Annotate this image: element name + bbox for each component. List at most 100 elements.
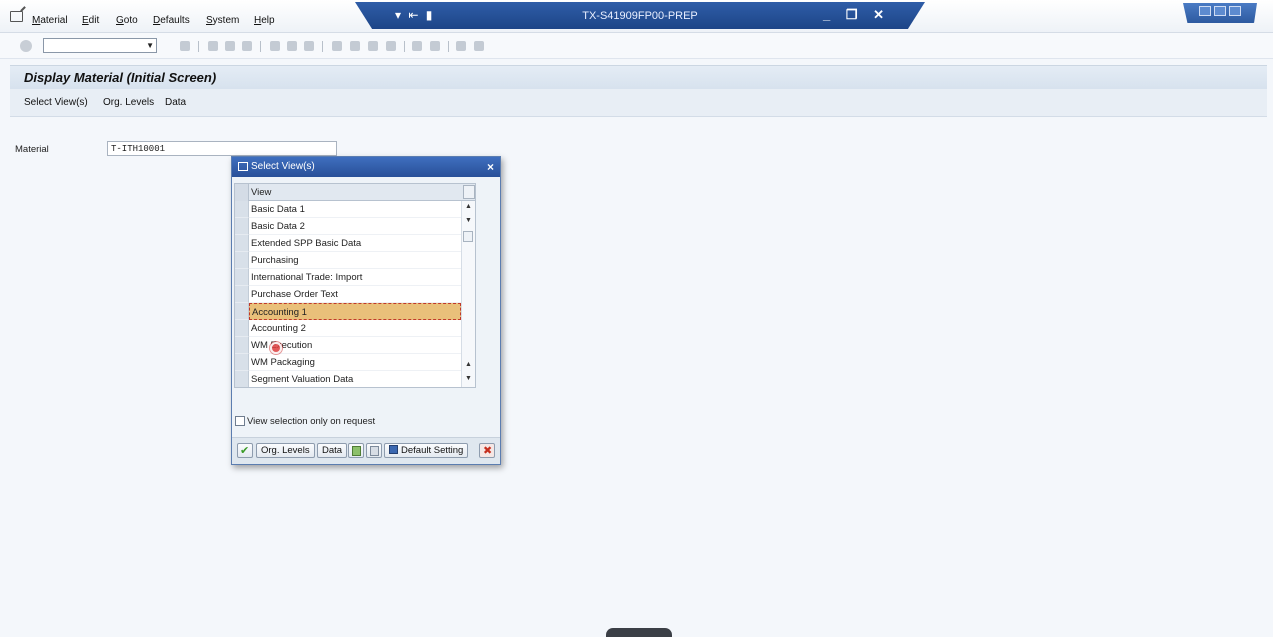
row-selector[interactable] xyxy=(235,286,249,303)
menu-help[interactable]: Help xyxy=(254,15,275,26)
views-table: View Basic Data 1 Basic Data 2 Extended … xyxy=(234,183,476,388)
row-selector[interactable] xyxy=(235,320,249,337)
table-row[interactable]: Basic Data 1 xyxy=(235,201,461,218)
first-page-icon[interactable] xyxy=(332,41,342,51)
layout-menu-icon[interactable] xyxy=(474,41,484,51)
dialog-icon xyxy=(238,162,248,171)
row-selector[interactable] xyxy=(235,235,249,252)
scroll-up-icon[interactable]: ▲ xyxy=(465,361,472,368)
org-levels-button[interactable]: Org. Levels xyxy=(103,97,154,108)
main-content xyxy=(10,117,1267,637)
row-selector[interactable] xyxy=(235,269,249,286)
table-row-selected[interactable]: Accounting 1 xyxy=(235,303,461,320)
menu-mnemonic: G xyxy=(116,15,124,26)
table-row[interactable]: WM Packaging xyxy=(235,354,461,371)
row-selector[interactable] xyxy=(235,201,249,218)
row-label: Purchase Order Text xyxy=(249,286,461,303)
table-row[interactable]: Accounting 2 xyxy=(235,320,461,337)
page-title: Display Material (Initial Screen) xyxy=(24,70,217,85)
menu-label: efaults xyxy=(160,15,190,26)
dialog-title-bar[interactable]: Select View(s) × xyxy=(232,157,500,177)
window-menu-icon[interactable] xyxy=(10,11,23,22)
restore-icon[interactable] xyxy=(1214,6,1226,16)
table-row[interactable]: International Trade: Import xyxy=(235,269,461,286)
data-button[interactable]: Data xyxy=(317,443,348,458)
scroll-down-icon[interactable]: ▼ xyxy=(465,217,472,224)
menu-label: aterial xyxy=(40,15,68,26)
row-selector[interactable] xyxy=(235,354,249,371)
cancel-icon[interactable] xyxy=(242,41,252,51)
vertical-scrollbar[interactable]: ▲ ▼ ▲ ▼ xyxy=(461,201,475,387)
table-row[interactable]: WM Execution xyxy=(235,337,461,354)
find-next-icon[interactable] xyxy=(304,41,314,51)
default-setting-button[interactable]: Default Setting xyxy=(384,443,469,458)
row-selector[interactable] xyxy=(235,303,249,320)
find-icon[interactable] xyxy=(287,41,297,51)
menu-mnemonic: E xyxy=(82,15,89,26)
row-label: WM Packaging xyxy=(249,354,461,371)
select-views-button[interactable]: Select View(s) xyxy=(24,97,88,108)
minimize-icon[interactable] xyxy=(1199,6,1211,16)
table-row[interactable]: Purchase Order Text xyxy=(235,286,461,303)
menu-label: elp xyxy=(261,15,275,26)
data-button[interactable]: Data xyxy=(165,97,186,108)
select-all-icon xyxy=(352,446,361,456)
enter-icon[interactable] xyxy=(20,40,32,52)
menu-system[interactable]: System xyxy=(206,15,239,26)
select-all-column[interactable] xyxy=(235,184,249,201)
save-icon xyxy=(389,445,398,454)
next-page-icon[interactable] xyxy=(368,41,378,51)
chevron-down-icon[interactable]: ▼ xyxy=(146,41,154,50)
table-row[interactable]: Basic Data 2 xyxy=(235,218,461,235)
row-label: Basic Data 1 xyxy=(249,201,461,218)
window-controls-icon[interactable]: _ ❐ ✕ xyxy=(823,7,890,23)
print-icon[interactable] xyxy=(270,41,280,51)
menu-edit[interactable]: Edit xyxy=(82,15,99,26)
dialog-footer: Org. Levels Data Default Setting xyxy=(232,437,500,464)
menu-goto[interactable]: Goto xyxy=(116,15,138,26)
close-icon[interactable] xyxy=(1229,6,1241,16)
view-selection-checkbox[interactable] xyxy=(235,416,245,426)
select-all-button[interactable] xyxy=(348,443,364,458)
outer-window-controls[interactable] xyxy=(1183,3,1257,23)
save-icon[interactable] xyxy=(180,41,190,51)
deselect-all-button[interactable] xyxy=(366,443,382,458)
table-row[interactable]: Segment Valuation Data xyxy=(235,371,461,387)
menu-defaults[interactable]: Defaults xyxy=(153,15,190,26)
previous-page-icon[interactable] xyxy=(350,41,360,51)
row-label: Extended SPP Basic Data xyxy=(249,235,461,252)
table-row[interactable]: Purchasing xyxy=(235,252,461,269)
application-toolbar: Select View(s) Org. Levels Data xyxy=(10,89,1267,117)
menu-label: oto xyxy=(123,15,138,26)
scroll-up-icon[interactable]: ▲ xyxy=(465,203,472,210)
close-icon[interactable]: × xyxy=(487,160,494,174)
row-selector[interactable] xyxy=(235,371,249,387)
menu-material[interactable]: Material xyxy=(32,15,68,26)
window-title-tab: ▾ ⇤ ▮ TX-S41909FP00-PREP _ ❐ ✕ xyxy=(355,2,925,29)
new-session-icon[interactable] xyxy=(412,41,422,51)
row-label: Accounting 1 xyxy=(249,303,461,320)
exit-icon[interactable] xyxy=(225,41,235,51)
row-selector[interactable] xyxy=(235,337,249,354)
last-page-icon[interactable] xyxy=(386,41,396,51)
row-selector[interactable] xyxy=(235,218,249,235)
toolbar-divider xyxy=(448,41,449,52)
help-icon[interactable] xyxy=(456,41,466,51)
table-settings-icon[interactable] xyxy=(463,185,475,199)
row-selector[interactable] xyxy=(235,252,249,269)
org-levels-button[interactable]: Org. Levels xyxy=(256,443,315,458)
table-row[interactable]: Extended SPP Basic Data xyxy=(235,235,461,252)
scroll-thumb[interactable] xyxy=(463,231,473,242)
continue-button[interactable] xyxy=(237,443,253,458)
shortcut-icon[interactable] xyxy=(430,41,440,51)
command-field[interactable]: ▼ xyxy=(43,38,157,53)
material-field[interactable]: T-ITH10001 xyxy=(107,141,337,156)
select-views-dialog: Select View(s) × View Basic Data 1 Basic… xyxy=(231,156,501,465)
toolbar-divider xyxy=(260,41,261,52)
scroll-down-icon[interactable]: ▼ xyxy=(465,375,472,382)
back-icon[interactable] xyxy=(208,41,218,51)
toolbar-divider xyxy=(404,41,405,52)
cancel-button[interactable] xyxy=(479,443,495,458)
menu-mnemonic: S xyxy=(206,15,213,26)
overlay-handle xyxy=(606,628,672,637)
